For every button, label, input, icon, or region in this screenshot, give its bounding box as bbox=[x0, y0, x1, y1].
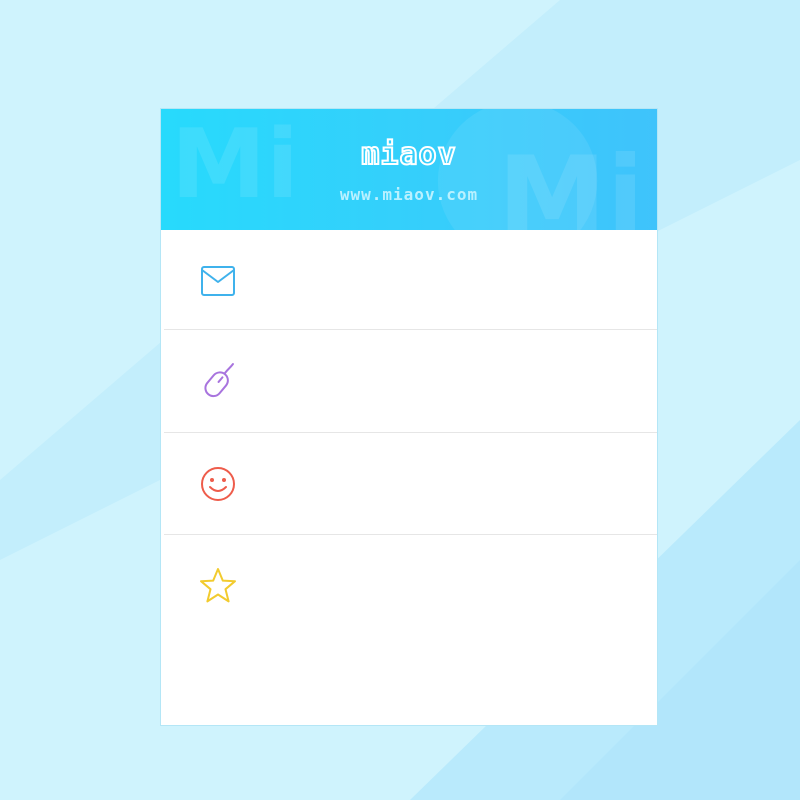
menu-panel: Mi Mi miaov www.miaov.com bbox=[160, 108, 658, 726]
menu-list bbox=[164, 230, 657, 637]
star-icon bbox=[200, 568, 236, 603]
panel-header: Mi Mi miaov www.miaov.com bbox=[161, 109, 657, 230]
menu-item-smile[interactable] bbox=[164, 433, 657, 535]
menu-item-star[interactable] bbox=[164, 535, 657, 637]
mouse-icon bbox=[204, 363, 234, 398]
mail-icon bbox=[201, 266, 235, 296]
brand-logo[interactable]: miaov bbox=[161, 136, 657, 173]
site-url[interactable]: www.miaov.com bbox=[161, 185, 657, 205]
menu-item-mouse[interactable] bbox=[164, 330, 657, 433]
menu-item-mail[interactable] bbox=[164, 230, 657, 330]
smile-icon bbox=[201, 467, 235, 501]
